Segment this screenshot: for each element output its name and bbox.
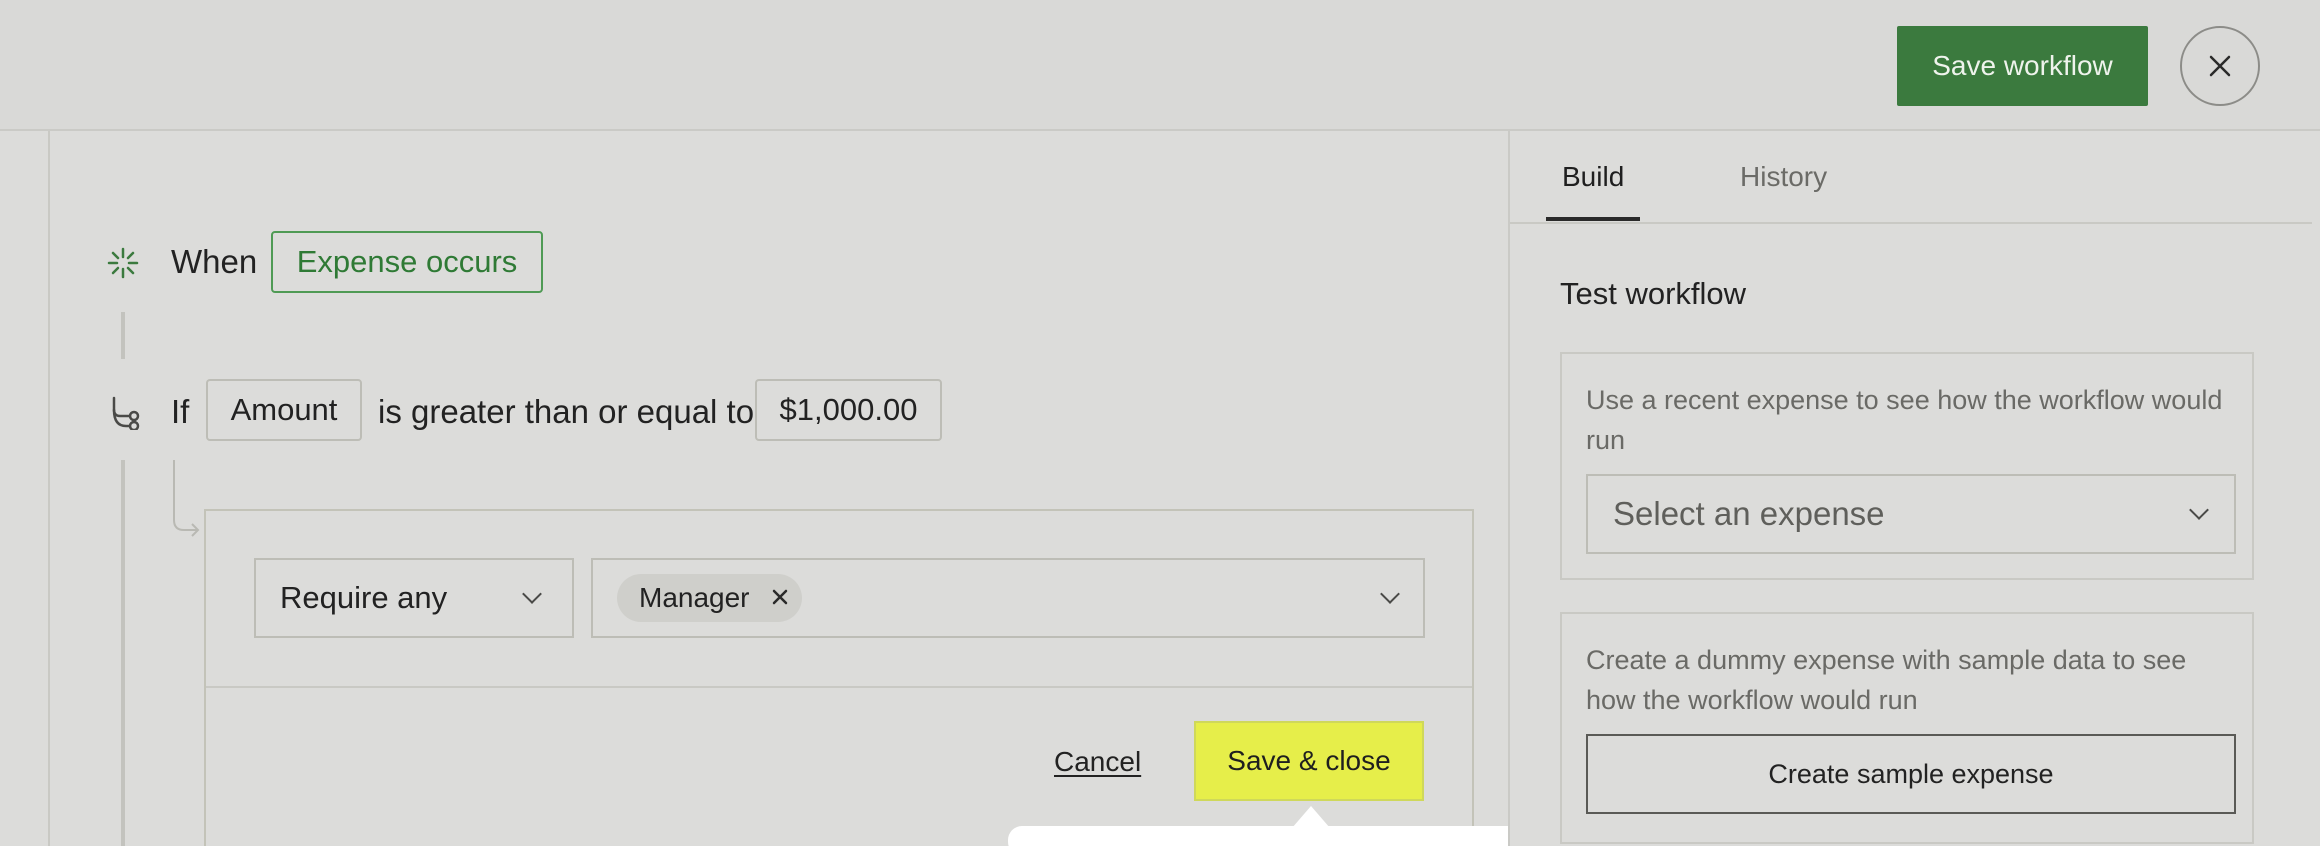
approver-chip: Manager — [617, 574, 802, 622]
close-icon — [2209, 55, 2231, 77]
branch-connector-arrow — [173, 460, 200, 537]
require-mode-select[interactable]: Require any — [254, 558, 574, 638]
active-tab-indicator — [1546, 217, 1640, 221]
dummy-expense-card: Create a dummy expense with sample data … — [1560, 612, 2254, 844]
trigger-icon — [107, 247, 139, 279]
side-panel: Build History Test workflow Use a recent… — [1508, 131, 2312, 846]
close-button[interactable] — [2180, 26, 2260, 106]
remove-chip-icon[interactable] — [767, 584, 793, 610]
left-rail-divider — [48, 131, 50, 846]
save-close-button[interactable]: Save & close — [1194, 721, 1424, 801]
condition-value-chip[interactable]: $1,000.00 — [755, 379, 942, 441]
condition-field-chip[interactable]: Amount — [206, 379, 362, 441]
branch-icon — [112, 396, 140, 430]
condition-operator: is greater than or equal to — [378, 393, 755, 430]
chevron-down-icon — [2189, 500, 2209, 520]
chevron-down-icon — [1380, 584, 1400, 604]
recent-expense-description: Use a recent expense to see how the work… — [1586, 385, 2223, 455]
approver-chip-label: Manager — [639, 582, 750, 613]
tab-history[interactable]: History — [1740, 161, 1827, 193]
save-workflow-button[interactable]: Save workflow — [1897, 26, 2148, 106]
panel-title: Test workflow — [1560, 276, 1747, 311]
tooltip-arrow — [1292, 806, 1330, 828]
dummy-expense-description: Create a dummy expense with sample data … — [1586, 645, 2187, 715]
tab-build[interactable]: Build — [1562, 161, 1624, 193]
approver-select[interactable]: Manager — [591, 558, 1425, 638]
cancel-link[interactable]: Cancel — [1054, 746, 1141, 778]
approval-step-editor: Require any Manager Cancel Save & close — [204, 509, 1474, 846]
expense-select-placeholder: Select an expense — [1613, 495, 1885, 532]
side-panel-tabs: Build History — [1510, 131, 2312, 224]
when-label: When — [171, 243, 258, 280]
recent-expense-card: Use a recent expense to see how the work… — [1560, 352, 2254, 580]
expense-select[interactable]: Select an expense — [1586, 474, 2236, 554]
connector-line — [121, 312, 125, 359]
require-mode-value: Require any — [280, 580, 448, 615]
trigger-chip[interactable]: Expense occurs — [271, 231, 543, 293]
chevron-down-icon — [522, 584, 542, 604]
top-bar: Save workflow — [0, 0, 2320, 131]
connector-line — [121, 460, 125, 846]
if-label: If — [171, 393, 190, 430]
divider — [206, 686, 1472, 688]
create-sample-expense-button[interactable]: Create sample expense — [1586, 734, 2236, 814]
